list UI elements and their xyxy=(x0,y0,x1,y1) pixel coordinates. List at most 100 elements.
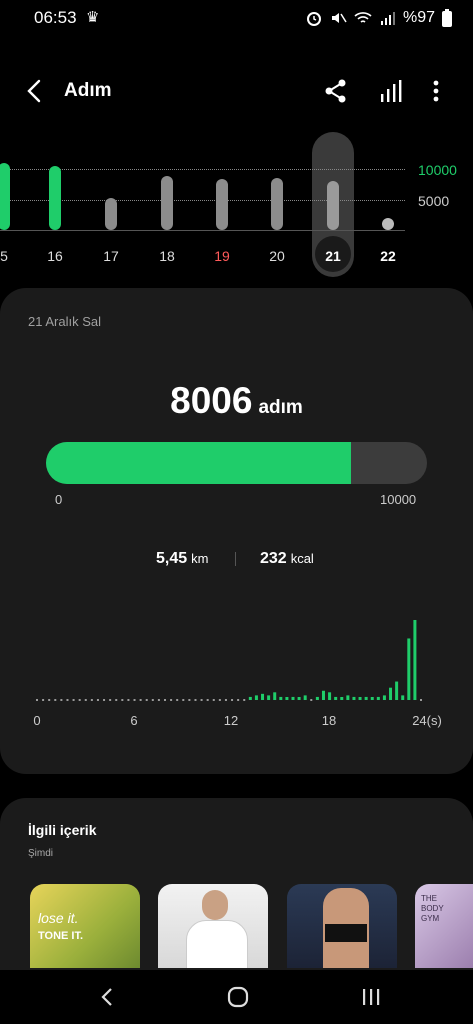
hour-bar xyxy=(382,695,386,700)
hour-bar xyxy=(328,692,332,700)
progress-max-label: 10000 xyxy=(380,492,417,507)
day-label[interactable]: 18 xyxy=(147,248,187,264)
hour-bar xyxy=(395,681,399,700)
hour-bar xyxy=(254,695,258,700)
half-label: 5000 xyxy=(418,193,450,209)
hour-bar xyxy=(370,697,374,700)
day-label[interactable]: 5 xyxy=(0,248,24,264)
home-icon[interactable] xyxy=(223,982,253,1012)
related-thumb-3[interactable] xyxy=(287,884,397,968)
day-label[interactable]: 17 xyxy=(91,248,131,264)
hour-bar xyxy=(291,696,295,700)
hour-bar xyxy=(358,697,362,700)
calories-unit: kcal xyxy=(290,551,314,566)
hour-bar xyxy=(273,692,277,700)
weekly-steps-chart[interactable]: 10000 5000 5 16 17 18 19 20 21 22 xyxy=(0,130,473,280)
day-label[interactable]: 22 xyxy=(368,248,408,264)
related-thumb-2[interactable] xyxy=(158,884,268,968)
hour-bar xyxy=(248,696,252,700)
day-bar[interactable] xyxy=(216,178,228,230)
stats-icon[interactable] xyxy=(374,75,406,107)
stats-row: 5,45 km 232 kcal xyxy=(0,550,473,570)
mute-icon xyxy=(331,13,347,23)
hour-bar xyxy=(261,693,265,700)
hour-dot xyxy=(194,699,197,701)
hour-bar xyxy=(334,696,338,700)
day-bar-empty[interactable] xyxy=(382,218,394,230)
thumb-text-1: lose it. xyxy=(38,910,79,926)
progress-min-label: 0 xyxy=(55,492,63,507)
hour-dot xyxy=(133,699,136,701)
status-time: 06:53 xyxy=(34,8,77,27)
hour-dot xyxy=(157,699,160,701)
status-bar: 06:53 ♛ %97 xyxy=(0,0,473,36)
hour-dot xyxy=(231,699,234,701)
hour-axis-label: 12 xyxy=(224,713,238,728)
hour-dot xyxy=(72,699,75,701)
hour-dot xyxy=(139,699,142,701)
hour-dot xyxy=(103,699,106,701)
day-bar[interactable] xyxy=(161,176,173,230)
person-body-shape xyxy=(186,920,248,968)
hour-bar xyxy=(407,638,411,700)
hour-dot xyxy=(54,699,57,701)
recent-apps-icon[interactable] xyxy=(356,982,386,1012)
person-head-shape xyxy=(202,890,228,920)
hour-axis-label: 6 xyxy=(130,713,137,728)
hour-bar xyxy=(340,697,344,700)
hour-dot xyxy=(170,699,173,701)
hour-bar xyxy=(413,620,417,700)
day-bar[interactable] xyxy=(271,178,283,230)
thumb-text-3: THE BODY GYM xyxy=(421,894,444,923)
hour-bar xyxy=(321,690,325,700)
hour-dot xyxy=(109,699,112,701)
hour-bar xyxy=(303,695,307,700)
hour-bar xyxy=(267,695,271,700)
hourly-steps-chart[interactable]: 0 6 12 18 24(s) xyxy=(0,618,473,748)
related-thumb-1[interactable]: lose it. TONE IT. xyxy=(30,884,140,968)
more-options-icon[interactable] xyxy=(420,75,452,107)
hour-dot xyxy=(182,699,185,701)
day-bar[interactable] xyxy=(0,162,10,230)
sports-top-shape xyxy=(325,924,367,942)
calories-value: 232 xyxy=(260,550,287,567)
hour-dot xyxy=(206,699,209,701)
day-bar[interactable] xyxy=(327,181,339,230)
hour-dot xyxy=(121,699,124,701)
hour-axis-label: 18 xyxy=(322,713,336,728)
related-subtitle: Şimdi xyxy=(28,848,54,859)
goal-progress-fill xyxy=(46,442,352,484)
hour-dot xyxy=(420,699,422,701)
day-bar[interactable] xyxy=(105,197,117,230)
hour-dot xyxy=(78,699,81,701)
hour-bar xyxy=(352,696,356,700)
distance-unit: km xyxy=(191,551,209,566)
distance-value: 5,45 xyxy=(156,550,188,567)
hour-dot xyxy=(310,699,313,701)
related-thumb-4[interactable]: THE BODY GYM xyxy=(415,884,473,968)
back-arrow-icon[interactable] xyxy=(20,76,50,106)
hour-bar xyxy=(389,687,393,700)
day-label[interactable]: 21 xyxy=(313,248,353,264)
related-title: İlgili içerik xyxy=(28,822,97,838)
goal-progress-bar xyxy=(46,442,427,484)
hour-dot xyxy=(60,699,63,701)
hour-bar xyxy=(346,695,350,700)
share-icon[interactable] xyxy=(320,75,352,107)
back-nav-icon[interactable] xyxy=(92,982,122,1012)
day-label[interactable]: 16 xyxy=(35,248,75,264)
hour-dot xyxy=(145,699,148,701)
day-label[interactable]: 19 xyxy=(202,248,242,264)
hour-bar xyxy=(297,697,301,700)
hour-dot xyxy=(127,699,130,701)
hour-dot xyxy=(84,699,87,701)
app-bar: Adım xyxy=(0,60,473,120)
hour-dot xyxy=(36,699,38,701)
related-content-card: İlgili içerik Şimdi lose it. TONE IT. TH… xyxy=(0,798,473,998)
stats-divider xyxy=(235,552,236,566)
hour-dot xyxy=(237,699,240,701)
day-bar[interactable] xyxy=(49,165,61,230)
day-label[interactable]: 20 xyxy=(257,248,297,264)
hour-dot xyxy=(66,699,69,701)
wifi-icon xyxy=(354,12,372,23)
